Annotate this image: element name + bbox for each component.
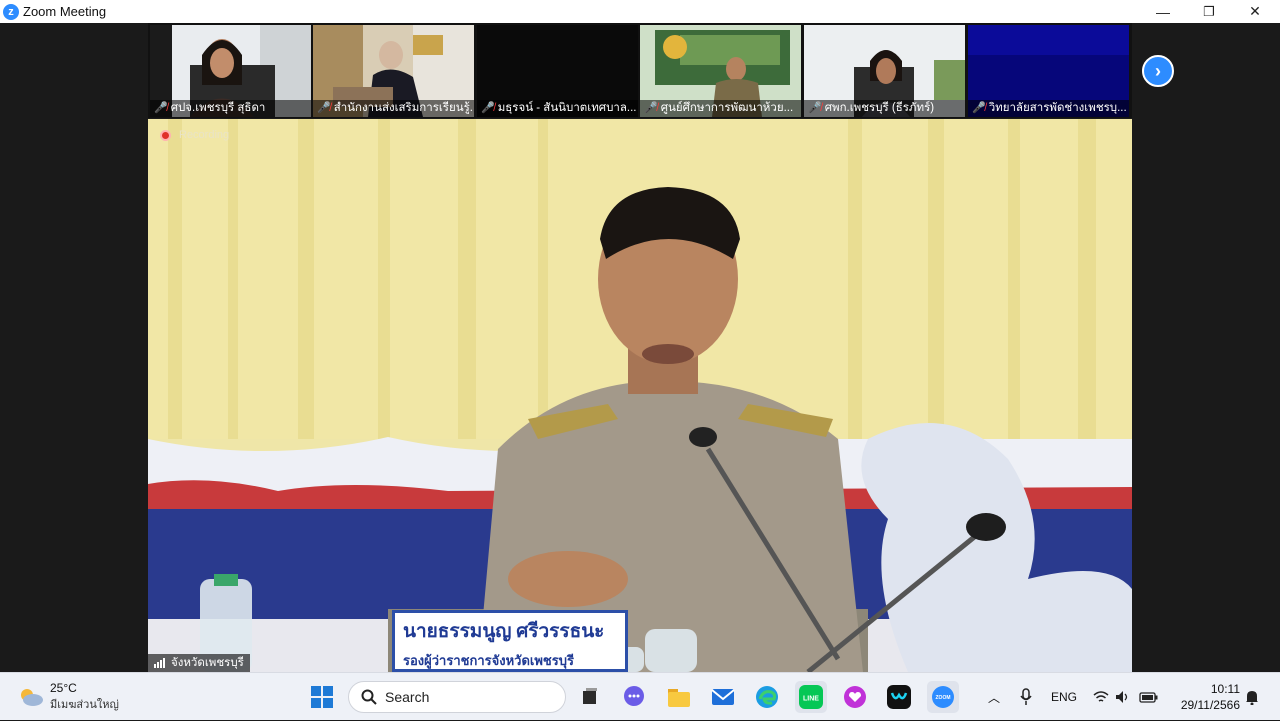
edge-browser-button[interactable] — [751, 681, 783, 713]
heart-app-icon — [844, 686, 866, 708]
nameplate: นายธรรมนูญ ศรีวรรธนะ รองผู้ว่าราชการจังห… — [392, 610, 628, 672]
participant-tile[interactable]: 🎤̸ ศปจ.เพชรบุรี สุธิดา — [150, 25, 311, 117]
next-page-button[interactable]: › — [1142, 55, 1174, 87]
participant-tile[interactable]: 🎤̸ สำนักงานส่งเสริมการเรียนรู้... — [313, 25, 474, 117]
nameplate-title: รองผู้ว่าราชการจังหวัดเพชรบุรี — [403, 653, 574, 668]
signal-strength-icon — [154, 658, 165, 668]
window-title: Zoom Meeting — [23, 4, 107, 19]
microphone-tray-button[interactable] — [1016, 673, 1036, 721]
webex-icon — [887, 685, 911, 709]
participant-label: 🎤̸ สำนักงานส่งเสริมการเรียนรู้... — [313, 100, 474, 117]
start-button[interactable] — [306, 681, 338, 713]
maximize-button[interactable]: ❐ — [1186, 0, 1232, 23]
wifi-button[interactable] — [1092, 673, 1110, 721]
chat-app-button[interactable] — [618, 681, 650, 713]
active-speaker-label: จังหวัดเพชรบุรี — [148, 654, 250, 672]
edge-icon — [756, 686, 778, 708]
zoom-app-button[interactable]: ZOOM — [927, 681, 959, 713]
task-view-button[interactable] — [574, 681, 606, 713]
recording-dot-icon — [160, 129, 171, 141]
line-app-button[interactable]: LINE — [795, 681, 827, 713]
close-button[interactable]: ✕ — [1232, 0, 1278, 23]
title-bar: z Zoom Meeting — ❐ ✕ — [0, 0, 1280, 23]
mic-muted-icon: 🎤̸ — [972, 102, 986, 114]
participant-tile[interactable]: 🎤̸ ศูนย์ศึกษาการพัฒนาห้วย... — [640, 25, 801, 117]
participant-name: ศพก.เพชรบุรี (ธีรภัทร์) — [824, 102, 935, 114]
speaker-name: จังหวัดเพชรบุรี — [171, 657, 244, 669]
chat-icon — [624, 686, 644, 706]
mic-muted-icon: 🎤̸ — [154, 102, 168, 114]
clock-date: 29/11/2566 — [1180, 698, 1240, 712]
weather-temperature: 25°C — [50, 681, 77, 695]
taskbar-search[interactable]: Search — [348, 681, 566, 713]
nameplate-name: นายธรรมนูญ ศรีวรรธนะ — [403, 621, 605, 642]
recording-indicator[interactable]: Recording — [160, 129, 229, 141]
zoom-icon: ZOOM — [932, 686, 954, 708]
app-button[interactable] — [839, 681, 871, 713]
mic-muted-icon: 🎤̸ — [317, 102, 331, 114]
participant-name: ศูนย์ศึกษาการพัฒนาห้วย... — [660, 102, 794, 114]
system-clock[interactable]: 10:11 29/11/2566 — [1170, 681, 1240, 713]
windows-logo-icon — [311, 686, 333, 708]
participant-label: 🎤̸ ศพก.เพชรบุรี (ธีรภัทร์) — [804, 100, 965, 117]
mail-app-button[interactable] — [707, 681, 739, 713]
search-label: Search — [385, 689, 430, 705]
svg-text:LINE: LINE — [803, 696, 819, 703]
participant-tile[interactable]: 🎤̸ วิทยาลัยสารพัดช่างเพชรบุ... — [968, 25, 1129, 117]
participant-label: 🎤̸ ศปจ.เพชรบุรี สุธิดา — [150, 100, 311, 117]
cloudy-weather-icon — [21, 689, 43, 706]
participant-name: ศปจ.เพชรบุรี สุธิดา — [170, 102, 266, 114]
participant-name: มธุรจน์ - สันนิบาตเทศบาล... — [497, 102, 637, 114]
show-hidden-icons-button[interactable]: ︿ — [984, 673, 1004, 721]
app-button[interactable] — [883, 681, 915, 713]
weather-description: มีเมฆส่วนใหญ่ — [50, 699, 119, 711]
zoom-logo-icon: z — [3, 3, 19, 20]
meeting-stage: 🎤̸ ศปจ.เพชรบุรี สุธิดา 🎤̸ สำนักงานส่งเสริม… — [0, 23, 1280, 672]
active-speaker-video[interactable]: Recording นายธรรมนูญ ศรีวรรธนะ รองผู้ว่า… — [148, 119, 1132, 672]
task-view-icon — [583, 688, 597, 704]
weather-widget[interactable]: 25°C มีเมฆส่วนใหญ่ — [18, 681, 119, 713]
recording-label: Recording — [179, 129, 230, 141]
chevron-right-icon: › — [1155, 60, 1161, 81]
language-indicator[interactable]: ENG — [1048, 673, 1080, 721]
speaker-video-frame — [148, 119, 1132, 672]
mic-muted-icon: 🎤̸ — [644, 102, 658, 114]
svg-text:ZOOM: ZOOM — [936, 695, 951, 701]
participant-tile[interactable]: 🎤̸ มธุรจน์ - สันนิบาตเทศบาล... — [477, 25, 638, 117]
participant-label: 🎤̸ วิทยาลัยสารพัดช่างเพชรบุ... — [968, 100, 1129, 117]
participant-name: สำนักงานส่งเสริมการเรียนรู้... — [333, 102, 474, 114]
minimize-button[interactable]: — — [1140, 0, 1186, 23]
notifications-button[interactable] — [1242, 673, 1262, 721]
clock-time: 10:11 — [1210, 682, 1240, 696]
participant-label: 🎤̸ มธุรจน์ - สันนิบาตเทศบาล... — [477, 100, 638, 117]
participant-tile[interactable]: 🎤̸ ศพก.เพชรบุรี (ธีรภัทร์) — [804, 25, 965, 117]
mic-muted-icon: 🎤̸ — [808, 102, 822, 114]
line-icon: LINE — [799, 685, 823, 709]
chevron-up-icon: ︿ — [987, 690, 1000, 705]
taskbar: 25°C มีเมฆส่วนใหญ่ Search LINE ZOOM ︿ EN… — [0, 672, 1280, 720]
battery-icon — [1139, 692, 1158, 703]
speaker-icon — [1116, 691, 1128, 703]
folder-icon — [668, 689, 690, 707]
battery-button[interactable] — [1138, 673, 1160, 721]
bell-icon — [1246, 691, 1258, 705]
wifi-icon — [1093, 691, 1109, 702]
participant-label: 🎤̸ ศูนย์ศึกษาการพัฒนาห้วย... — [640, 100, 801, 117]
search-icon — [361, 689, 377, 705]
mail-icon — [711, 689, 735, 705]
participant-name: วิทยาลัยสารพัดช่างเพชรบุ... — [988, 102, 1127, 114]
mic-muted-icon: 🎤̸ — [481, 102, 495, 114]
microphone-icon — [1020, 688, 1032, 705]
volume-button[interactable] — [1114, 673, 1132, 721]
file-explorer-button[interactable] — [663, 681, 695, 713]
